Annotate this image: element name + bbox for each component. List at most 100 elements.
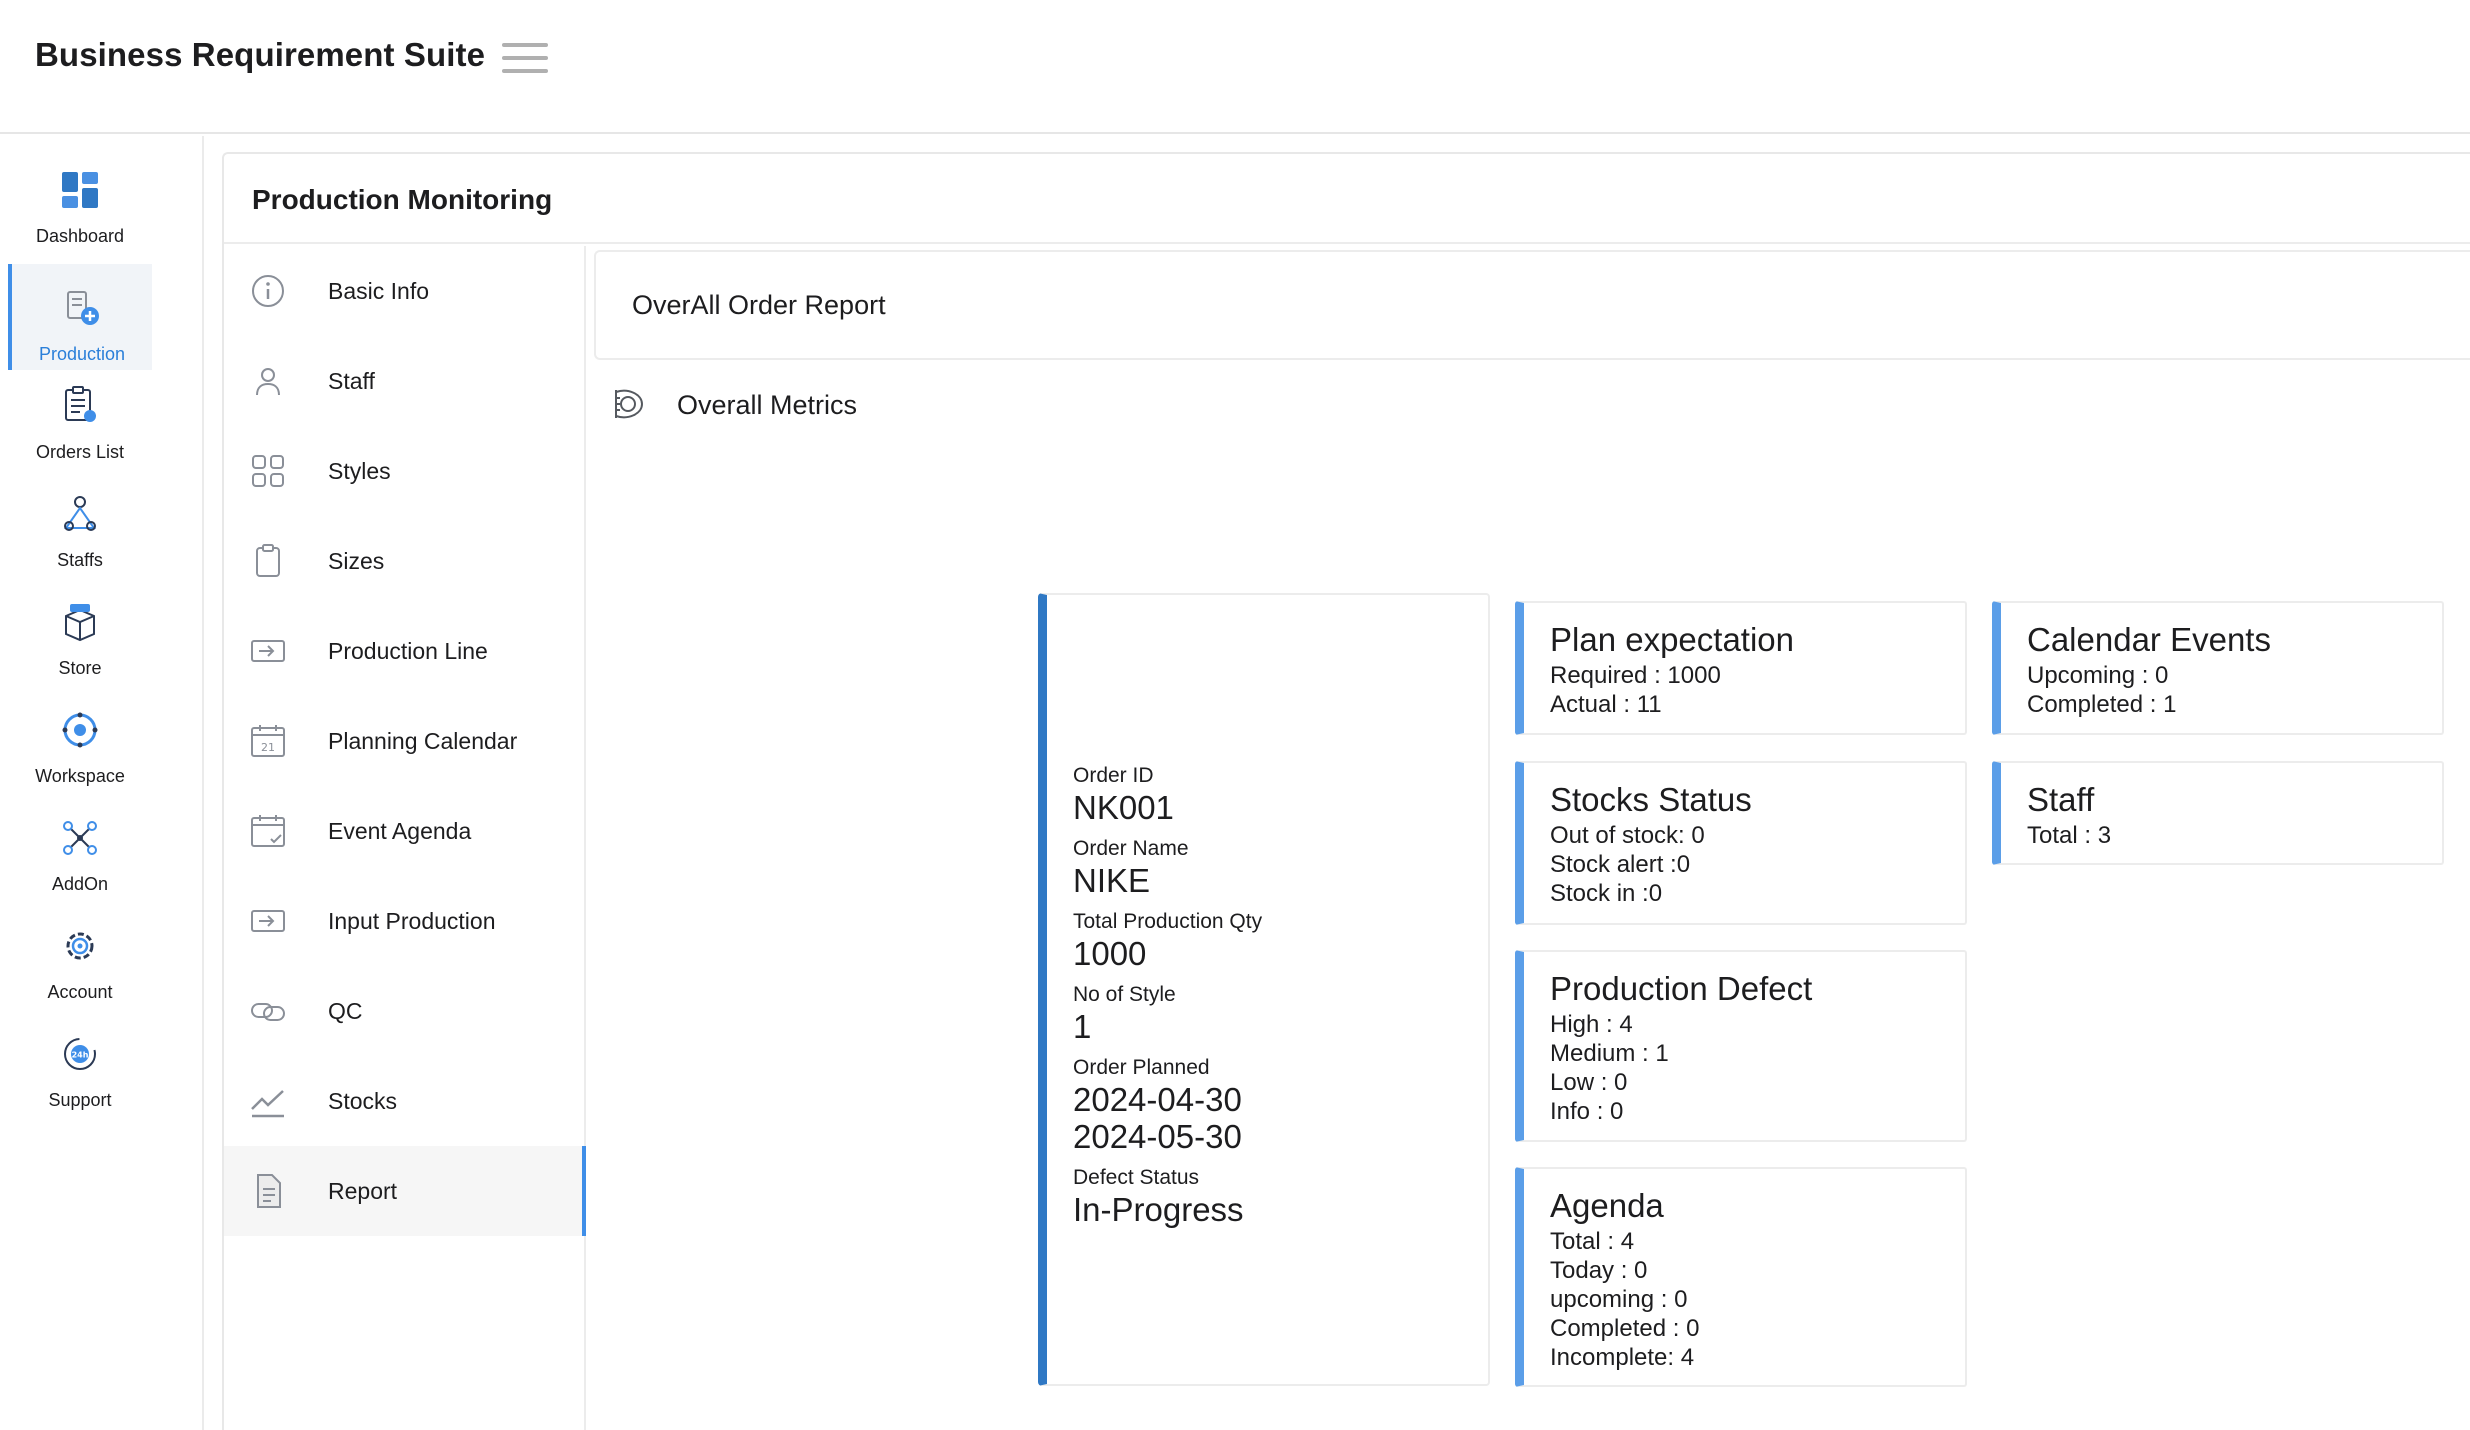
subnav-item-report[interactable]: Report: [224, 1146, 586, 1236]
rail-item-support[interactable]: 24h Support: [8, 1010, 152, 1116]
card-line: upcoming : 0: [1550, 1286, 1688, 1313]
planned-end-date: 2024-05-30: [1073, 1118, 1242, 1155]
addon-icon: [63, 821, 97, 855]
orders-list-icon: [65, 386, 96, 422]
support-24h-icon: 24h: [64, 1038, 96, 1070]
account-gear-icon: [66, 932, 94, 960]
app-title: Business Requirement Suite: [35, 36, 486, 73]
report-header: OverAll Order Report: [594, 250, 2470, 360]
rail-item-dashboard[interactable]: Dashboard: [8, 146, 152, 252]
card-title: Agenda: [1550, 1187, 1664, 1224]
card-line: Total : 4: [1550, 1228, 1635, 1255]
left-rail: Dashboard Production Orders List Staffs …: [0, 136, 204, 1430]
staff-card: Staff Total : 3: [1992, 761, 2444, 865]
subnav-item-stocks[interactable]: Stocks: [224, 1056, 586, 1146]
secondary-nav: Basic Info Staff Styles Sizes Production…: [224, 246, 586, 1430]
order-name-value: NIKE: [1073, 862, 1151, 899]
card-line: Completed : 1: [2027, 691, 2177, 718]
svg-text:24h: 24h: [72, 1051, 89, 1060]
stocks-status-card: Stocks Status Out of stock: 0 Stock aler…: [1515, 761, 1967, 925]
card-line: Incomplete: 4: [1550, 1344, 1695, 1371]
rail-item-label: Account: [47, 982, 113, 1002]
document-icon: [257, 1174, 281, 1208]
rail-item-label: Support: [48, 1090, 112, 1110]
line-chart-icon: [251, 1090, 284, 1118]
defect-status-value: In-Progress: [1073, 1191, 1244, 1228]
total-qty-value: 1000: [1073, 935, 1147, 972]
rail-item-staffs[interactable]: Staffs: [8, 470, 152, 576]
rail-item-label: Orders List: [35, 442, 125, 462]
defect-status-label: Defect Status: [1073, 1166, 1200, 1189]
rail-item-label: Dashboard: [35, 226, 125, 246]
production-defect-card: Production Defect High : 4 Medium : 1 Lo…: [1515, 950, 1967, 1142]
card-title: Calendar Events: [2027, 621, 2271, 658]
order-planned-label: Order Planned: [1073, 1056, 1210, 1079]
production-icon: [67, 291, 99, 325]
rail-item-label: Staffs: [57, 550, 103, 570]
card-line: Stock alert :0: [1550, 851, 1691, 878]
workspace-icon: [62, 712, 98, 748]
card-line: Stock in :0: [1550, 880, 1663, 907]
dashboard-icon: [62, 172, 98, 208]
staffs-icon: [64, 496, 96, 531]
link-icon: [251, 1003, 285, 1021]
calendar-21-icon: 21: [251, 725, 285, 757]
card-line: Completed : 0: [1550, 1315, 1700, 1342]
gauge-icon: [615, 389, 644, 419]
info-icon: [252, 275, 284, 307]
plan-expectation-card: Plan expectation Required : 1000 Actual …: [1515, 601, 1967, 735]
subnav-item-sizes[interactable]: Sizes: [224, 516, 586, 606]
subnav-item-styles[interactable]: Styles: [224, 426, 586, 516]
rail-item-orders-list[interactable]: Orders List: [8, 362, 152, 468]
subnav-item-production-line[interactable]: Production Line: [224, 606, 586, 696]
subnav-item-basic-info[interactable]: Basic Info: [224, 246, 586, 336]
subnav-item-qc[interactable]: QC: [224, 966, 586, 1056]
card-title: Plan expectation: [1550, 621, 1795, 658]
subnav-item-staff[interactable]: Staff: [224, 336, 586, 426]
rail-item-workspace[interactable]: Workspace: [8, 686, 152, 792]
rail-item-store[interactable]: Store: [8, 578, 152, 684]
report-title: OverAll Order Report: [632, 290, 886, 320]
card-line: Upcoming : 0: [2027, 662, 2169, 689]
order-id-value: NK001: [1073, 789, 1174, 826]
order-id-label: Order ID: [1073, 764, 1154, 787]
arrow-in-box-icon: [251, 910, 285, 932]
overall-metrics-heading: Overall Metrics: [608, 376, 1208, 436]
top-bar: Business Requirement Suite: [0, 0, 2470, 134]
subnav-item-planning-calendar[interactable]: 21 Planning Calendar: [224, 696, 586, 786]
card-line: Info : 0: [1550, 1098, 1624, 1125]
person-icon: [256, 368, 280, 396]
planned-start-date: 2024-04-30: [1073, 1081, 1242, 1118]
svg-text:21: 21: [261, 741, 275, 754]
styles-count-label: No of Style: [1073, 983, 1176, 1006]
card-title: Stocks Status: [1550, 781, 1752, 818]
menu-toggle-button[interactable]: [502, 40, 548, 76]
rail-item-account[interactable]: Account: [8, 902, 152, 1008]
subnav-item-label: QC: [328, 998, 363, 1024]
calendar-check-icon: [251, 815, 285, 847]
agenda-card: Agenda Total : 4 Today : 0 upcoming : 0 …: [1515, 1167, 1967, 1387]
page-title: Production Monitoring: [252, 184, 553, 215]
panel-header: Production Monitoring: [224, 154, 2470, 244]
card-line: Medium : 1: [1550, 1040, 1669, 1067]
grid-icon: [252, 455, 284, 487]
metrics-label: Overall Metrics: [677, 390, 858, 420]
clipboard-icon: [256, 544, 280, 577]
subnav-item-label: Sizes: [328, 548, 385, 574]
rail-item-production[interactable]: Production: [8, 264, 152, 370]
report-content: OverAll Order Report Overall Metrics Ord…: [588, 246, 2470, 1430]
card-title: Production Defect: [1550, 970, 1813, 1007]
order-name-label: Order Name: [1073, 837, 1189, 860]
subnav-item-event-agenda[interactable]: Event Agenda: [224, 786, 586, 876]
total-qty-label: Total Production Qty: [1073, 910, 1263, 933]
card-line: Actual : 11: [1550, 691, 1662, 718]
subnav-item-label: Staff: [328, 368, 375, 394]
rail-item-addon[interactable]: AddOn: [8, 794, 152, 900]
card-title: Staff: [2027, 781, 2095, 818]
card-line: Low : 0: [1550, 1069, 1628, 1096]
subnav-item-input-production[interactable]: Input Production: [224, 876, 586, 966]
card-line: High : 4: [1550, 1011, 1633, 1038]
subnav-item-label: Planning Calendar: [328, 728, 518, 754]
subnav-item-label: Input Production: [328, 908, 496, 934]
subnav-item-label: Styles: [328, 458, 391, 484]
